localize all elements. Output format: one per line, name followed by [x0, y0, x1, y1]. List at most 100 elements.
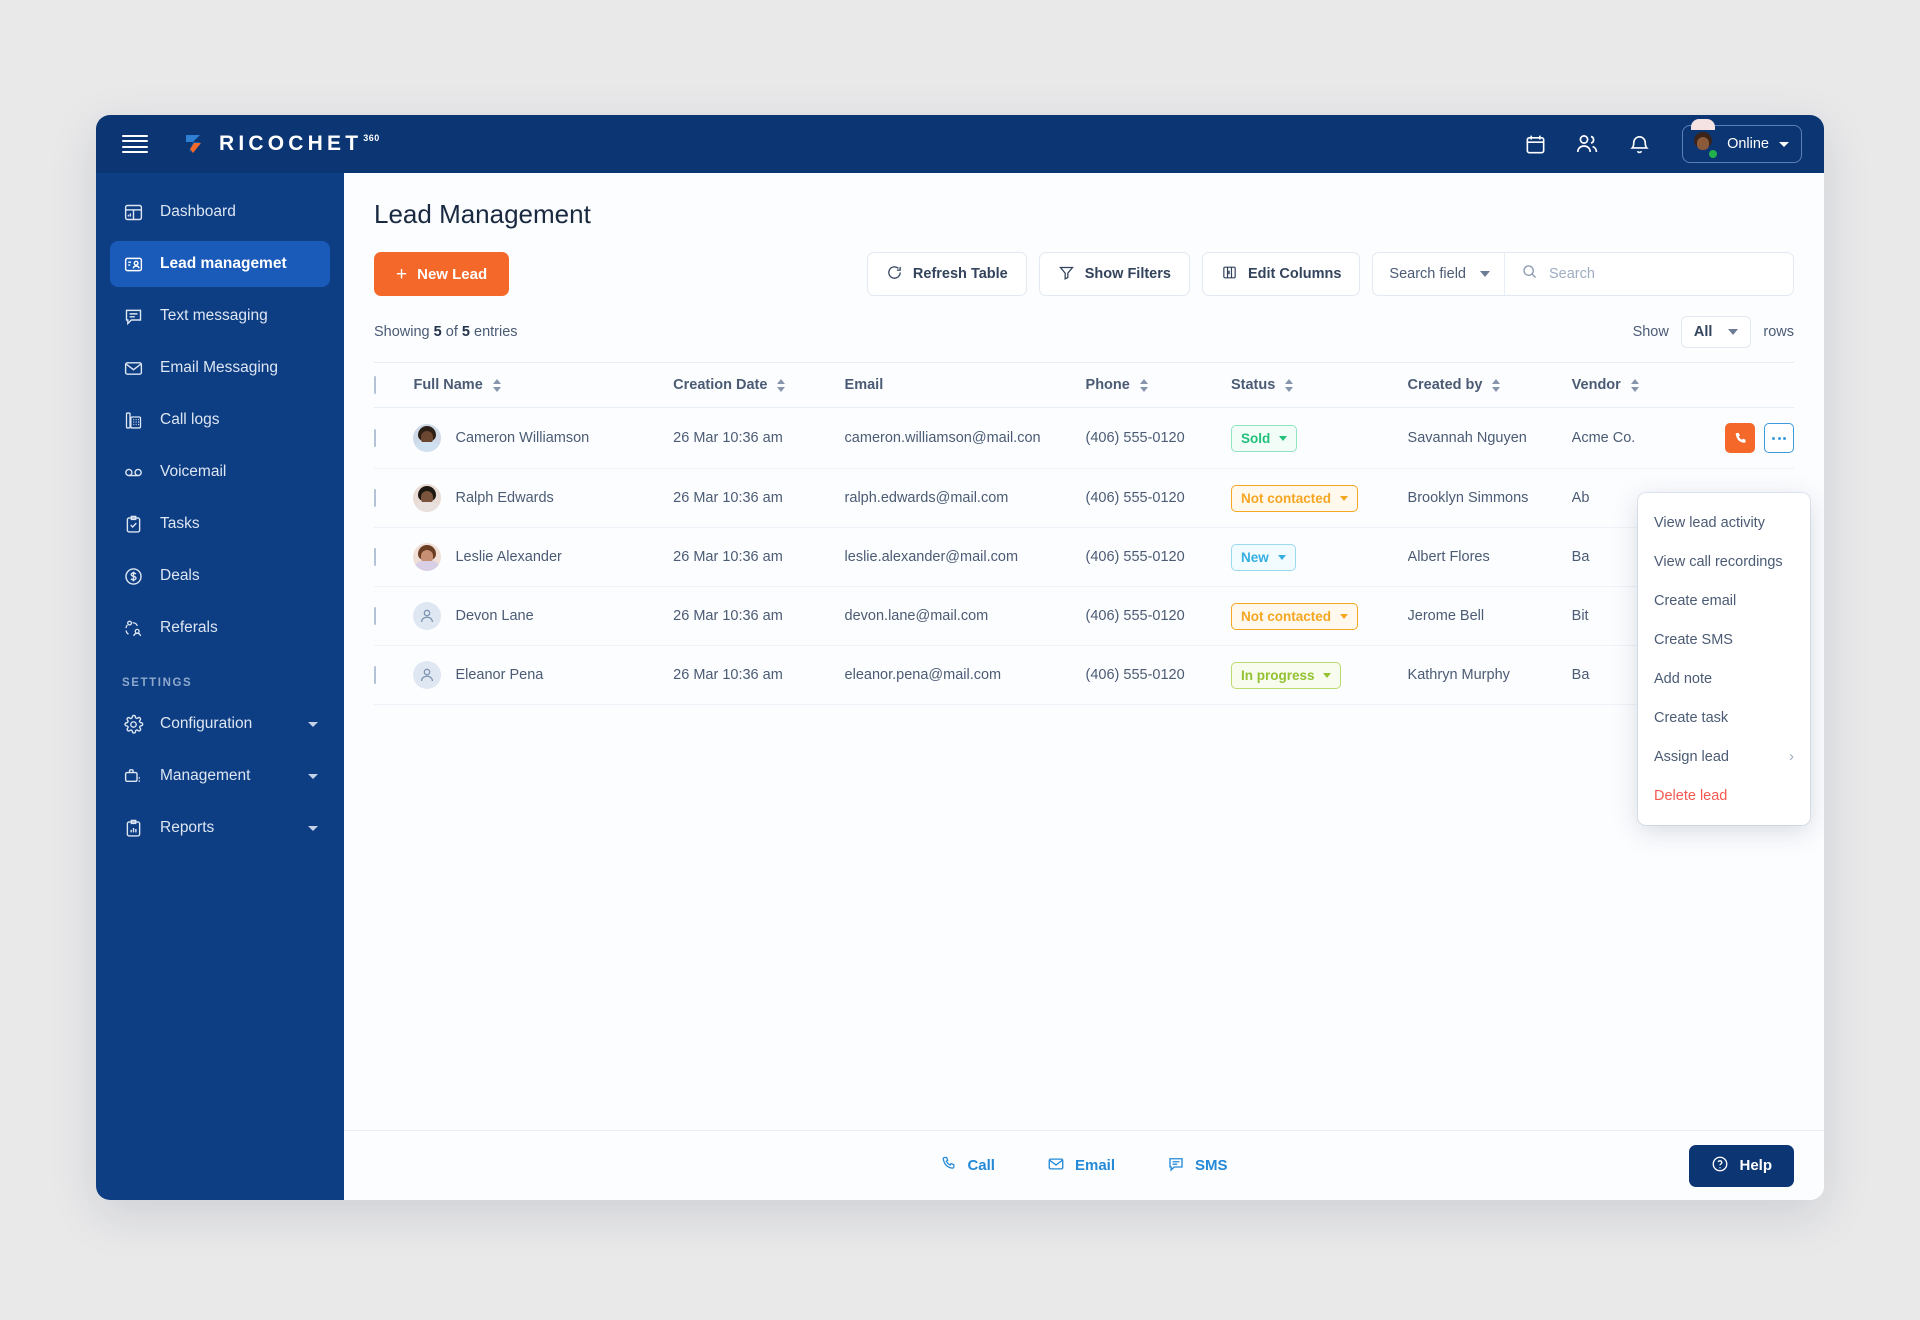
table-row[interactable]: Cameron Williamson 26 Mar 10:36 am cameron… [374, 407, 1794, 469]
sort-icon[interactable] [1285, 378, 1294, 392]
search-input[interactable] [1549, 266, 1777, 282]
sidebar-item-text-messaging[interactable]: Text messaging [110, 293, 330, 339]
refresh-table-button[interactable]: Refresh Table [866, 252, 1027, 296]
sidebar-item-dashboard[interactable]: Dashboard [110, 189, 330, 235]
leads-table: Full Name Creation Date Email Phone Stat… [374, 362, 1794, 705]
avatar [1689, 119, 1719, 159]
cell-full-name: Cameron Williamson [413, 407, 674, 469]
calendar-icon[interactable] [1522, 131, 1548, 157]
column-label: Created by [1407, 377, 1483, 393]
lead-name: Leslie Alexander [455, 549, 562, 565]
status-badge[interactable]: In progress [1230, 661, 1342, 689]
search-icon [1521, 263, 1538, 285]
context-menu-item[interactable]: View lead activity [1638, 503, 1810, 542]
search-field-dropdown[interactable]: Search field [1373, 253, 1505, 295]
status-badge[interactable]: Sold [1230, 424, 1298, 452]
sidebar-item-voicemail[interactable]: Voicemail [110, 449, 330, 495]
table-row[interactable]: Devon Lane 26 Mar 10:36 am devon.lane@mail… [374, 586, 1794, 646]
table-row[interactable]: Leslie Alexander 26 Mar 10:36 am leslie.al… [374, 527, 1794, 587]
cell-full-name: Eleanor Pena [413, 645, 674, 705]
row-checkbox[interactable] [374, 429, 376, 447]
footer-call-button[interactable]: Call [940, 1155, 995, 1177]
table-header-row: Full Name Creation Date Email Phone Stat… [374, 362, 1794, 408]
footer-email-button[interactable]: Email [1047, 1155, 1115, 1177]
sidebar-item-email-messaging[interactable]: Email Messaging [110, 345, 330, 391]
column-label: Full Name [413, 377, 483, 393]
sidebar-item-tasks[interactable]: Tasks [110, 501, 330, 547]
status-badge[interactable]: Not contacted [1230, 602, 1358, 630]
row-context-menu: View lead activity View call recordings Cr… [1638, 493, 1810, 825]
sidebar-item-referrals[interactable]: Referals [110, 605, 330, 651]
column-header-creation-date[interactable]: Creation Date [673, 362, 845, 408]
new-lead-button[interactable]: + New Lead [374, 252, 510, 296]
hamburger-menu-icon[interactable] [122, 134, 148, 154]
sidebar-item-label: Reports [160, 819, 215, 836]
edit-columns-button[interactable]: Edit Columns [1201, 252, 1361, 296]
row-more-button[interactable] [1764, 423, 1794, 453]
column-header-status[interactable]: Status [1230, 362, 1408, 408]
help-button[interactable]: Help [1689, 1144, 1794, 1187]
cell-creation-date: 26 Mar 10:36 am [673, 527, 845, 587]
row-checkbox[interactable] [374, 666, 376, 684]
select-all-checkbox[interactable] [374, 376, 376, 394]
table-row[interactable]: Eleanor Pena 26 Mar 10:36 am eleanor.pena@… [374, 645, 1794, 705]
chevron-down-icon [1323, 672, 1332, 678]
search-group: Search field [1372, 252, 1794, 296]
sidebar-item-management[interactable]: Management [110, 753, 330, 799]
sort-icon[interactable] [1139, 378, 1148, 392]
brand-wordmark: RICOCHET 360 [219, 132, 380, 156]
column-header-vendor[interactable]: Vendor [1571, 362, 1695, 408]
status-badge[interactable]: Not contacted [1230, 484, 1358, 512]
sidebar-item-call-logs[interactable]: Call logs [110, 397, 330, 443]
row-checkbox[interactable] [374, 607, 376, 625]
context-menu-item[interactable]: Delete lead [1638, 776, 1810, 815]
column-header-full-name[interactable]: Full Name [413, 362, 674, 408]
sidebar-item-configuration[interactable]: Configuration [110, 701, 330, 747]
phone-icon [940, 1155, 957, 1176]
sidebar-item-lead-management[interactable]: Lead managemet [110, 241, 330, 287]
footer-bar: Call Email SMS Help [344, 1130, 1824, 1200]
table-meta-row: Showing 5 of 5 entries Show All rows [374, 316, 1794, 348]
footer-action-label: Email [1074, 1157, 1116, 1174]
context-menu-item[interactable]: Create email [1638, 581, 1810, 620]
context-menu-item[interactable]: Assign lead › [1638, 737, 1810, 776]
user-status-dropdown[interactable]: Online [1682, 119, 1802, 163]
context-menu-item-label: View lead activity [1654, 514, 1765, 531]
footer-sms-button[interactable]: SMS [1167, 1155, 1228, 1177]
sidebar-item-label: Email Messaging [160, 359, 279, 376]
sort-icon[interactable] [1492, 378, 1501, 392]
rows-per-page-control: Show All rows [1633, 316, 1794, 348]
status-badge[interactable]: New [1230, 543, 1296, 571]
ricochet-logo-icon [184, 133, 208, 155]
brand-logo: RICOCHET 360 [184, 132, 380, 156]
footer-actions: Call Email SMS [344, 1155, 1824, 1177]
column-header-email[interactable]: Email [844, 362, 1086, 408]
people-icon[interactable] [1574, 131, 1600, 157]
column-header-created-by[interactable]: Created by [1407, 362, 1572, 408]
sort-icon[interactable] [492, 378, 501, 392]
sort-icon[interactable] [777, 378, 786, 392]
cell-created-by: Kathryn Murphy [1407, 645, 1572, 705]
sort-icon[interactable] [1630, 378, 1639, 392]
context-menu-item[interactable]: Add note [1638, 659, 1810, 698]
chevron-down-icon [1728, 329, 1739, 335]
context-menu-item[interactable]: Create SMS [1638, 620, 1810, 659]
row-call-button[interactable] [1725, 423, 1755, 453]
cell-phone: (406) 555-0120 [1085, 468, 1231, 528]
sidebar-item-deals[interactable]: Deals [110, 553, 330, 599]
context-menu-item[interactable]: Create task [1638, 698, 1810, 737]
row-checkbox[interactable] [374, 548, 376, 566]
row-select-cell [374, 586, 414, 646]
footer-action-label: Call [967, 1157, 995, 1174]
column-header-phone[interactable]: Phone [1085, 362, 1231, 408]
lead-name: Ralph Edwards [455, 490, 554, 506]
row-checkbox[interactable] [374, 489, 376, 507]
bell-icon[interactable] [1626, 131, 1652, 157]
context-menu-item[interactable]: View call recordings [1638, 542, 1810, 581]
sidebar-item-reports[interactable]: Reports [110, 805, 330, 851]
rows-per-page-dropdown[interactable]: All [1680, 316, 1752, 348]
table-row[interactable]: Ralph Edwards 26 Mar 10:36 am ralph.edward… [374, 468, 1794, 528]
status-label: New [1240, 549, 1269, 565]
cell-status: New [1230, 527, 1408, 587]
show-filters-button[interactable]: Show Filters [1038, 252, 1190, 296]
